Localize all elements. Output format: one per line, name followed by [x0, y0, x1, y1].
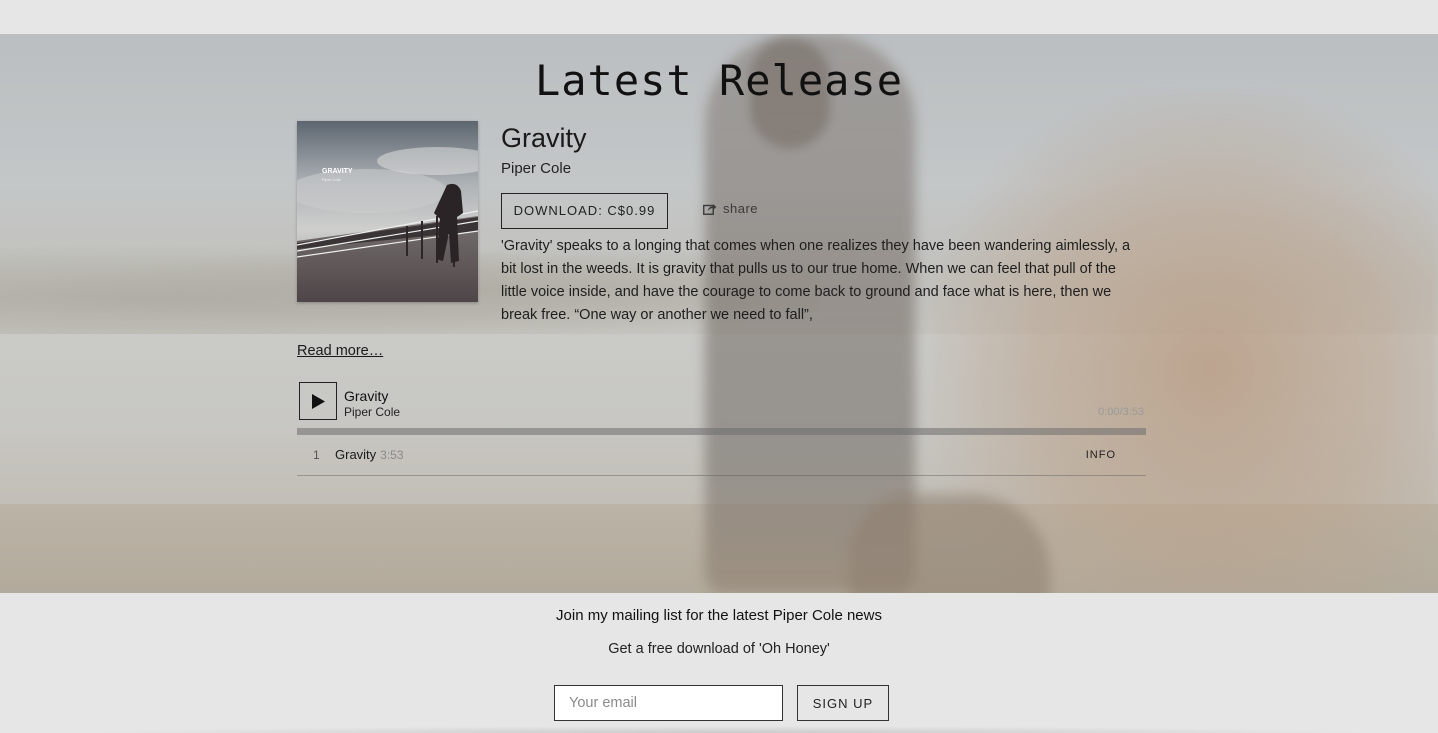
release-description: 'Gravity' speaks to a longing that comes…: [501, 238, 1131, 323]
audio-player: Gravity Piper Cole 0:00/3:53 1 Gravity 3:…: [297, 382, 1146, 478]
share-button[interactable]: share: [703, 201, 758, 216]
section-title: Latest Release: [534, 56, 903, 105]
cover-artist-text: Piper Cole: [322, 177, 341, 182]
mailing-list-heading: Join my mailing list for the latest Pipe…: [556, 607, 882, 624]
read-more-link[interactable]: Read more…: [297, 343, 383, 359]
track-info-link[interactable]: INFO: [1086, 449, 1116, 461]
track-title: Gravity: [335, 447, 377, 462]
album-cover[interactable]: GRAVITY Piper Cole: [297, 121, 478, 302]
share-icon: [703, 202, 717, 215]
share-label: share: [723, 201, 759, 216]
track-number: 1: [313, 448, 320, 462]
progress-bar[interactable]: [297, 428, 1146, 435]
email-input[interactable]: [554, 685, 783, 721]
release-artist[interactable]: Piper Cole: [501, 160, 571, 177]
now-playing-title: Gravity: [344, 388, 389, 404]
play-button[interactable]: [299, 382, 337, 420]
track-row[interactable]: 1 Gravity 3:53 INFO: [297, 438, 1146, 476]
download-button[interactable]: DOWNLOAD: C$0.99: [501, 193, 668, 229]
mailing-list-subheading: Get a free download of 'Oh Honey': [608, 641, 830, 657]
play-icon: [312, 394, 325, 409]
track-title-wrap: Gravity 3:53: [335, 447, 404, 462]
top-strip: [0, 0, 1438, 34]
track-duration: 3:53: [380, 448, 404, 462]
album-cover-art: GRAVITY Piper Cole: [297, 121, 478, 302]
cover-title-text: GRAVITY: [322, 168, 353, 175]
release-title: Gravity: [501, 123, 587, 153]
bottom-shadow: [80, 726, 1380, 733]
now-playing-artist: Piper Cole: [344, 405, 401, 419]
signup-button[interactable]: SIGN UP: [797, 685, 889, 721]
playback-time: 0:00/3:53: [1098, 406, 1144, 418]
